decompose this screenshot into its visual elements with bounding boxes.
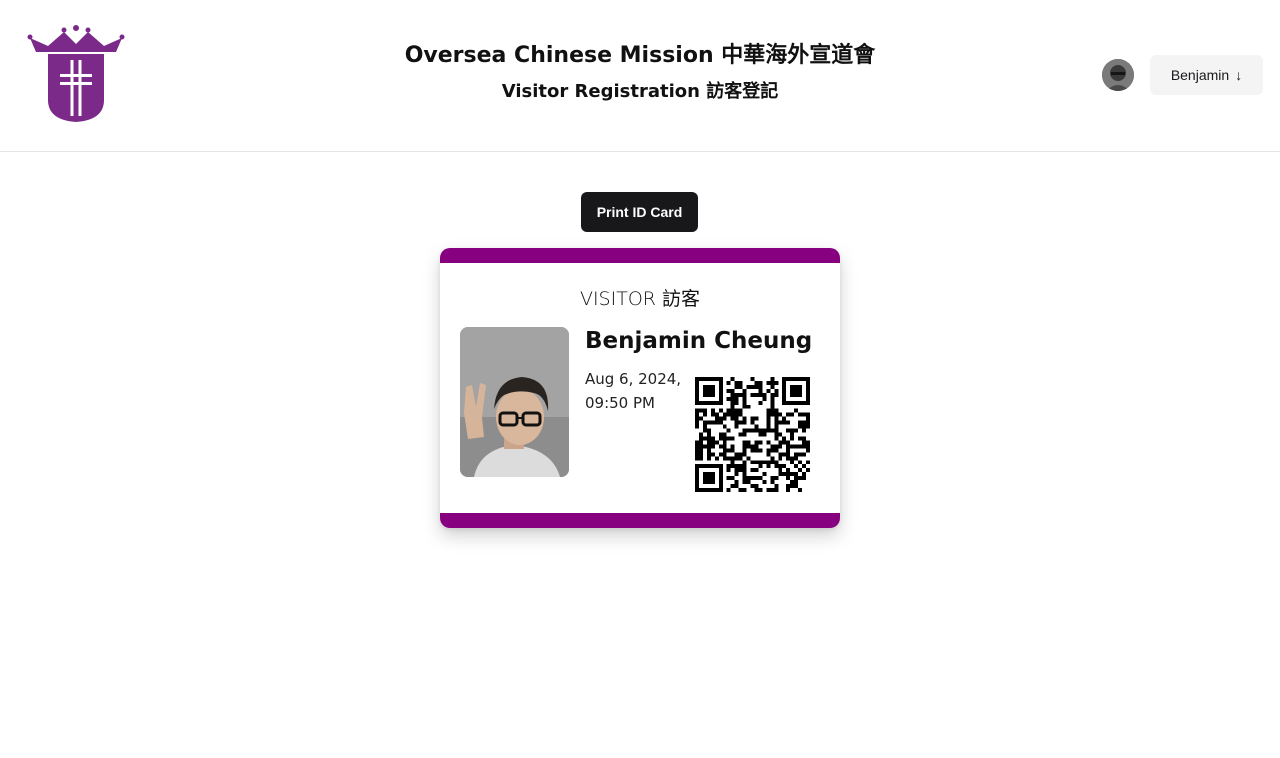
qr-code-icon xyxy=(695,377,810,492)
card-visitor-label: VISITOR 訪客 xyxy=(579,288,701,310)
org-title: Oversea Chinese Mission 中華海外宣道會 xyxy=(404,43,876,68)
page-subtitle: Visitor Registration 訪客登記 xyxy=(501,81,779,102)
visitor-name: Benjamin Cheung xyxy=(585,328,813,354)
app-header: Oversea Chinese Mission 中華海外宣道會 Visitor … xyxy=(0,0,1280,152)
user-avatar[interactable] xyxy=(1102,59,1134,91)
church-logo-icon xyxy=(26,24,130,128)
card-top-bar xyxy=(440,248,840,263)
visitor-id-card: VISITOR 訪客 Benjamin Cheung Aug 6, 2024, … xyxy=(440,248,840,528)
visitor-photo xyxy=(460,327,569,477)
visit-time: 09:50 PM xyxy=(585,394,655,412)
user-menu-label: Benjamin xyxy=(1170,67,1230,83)
user-menu-button[interactable]: Benjamin ↓ xyxy=(1150,55,1263,95)
visit-date: Aug 6, 2024, xyxy=(585,370,682,388)
arrow-down-icon: ↓ xyxy=(1235,67,1243,83)
card-bottom-bar xyxy=(440,513,840,528)
print-id-card-button[interactable]: Print ID Card xyxy=(581,192,698,232)
header-titles: Oversea Chinese Mission 中華海外宣道會 Visitor … xyxy=(340,40,940,106)
